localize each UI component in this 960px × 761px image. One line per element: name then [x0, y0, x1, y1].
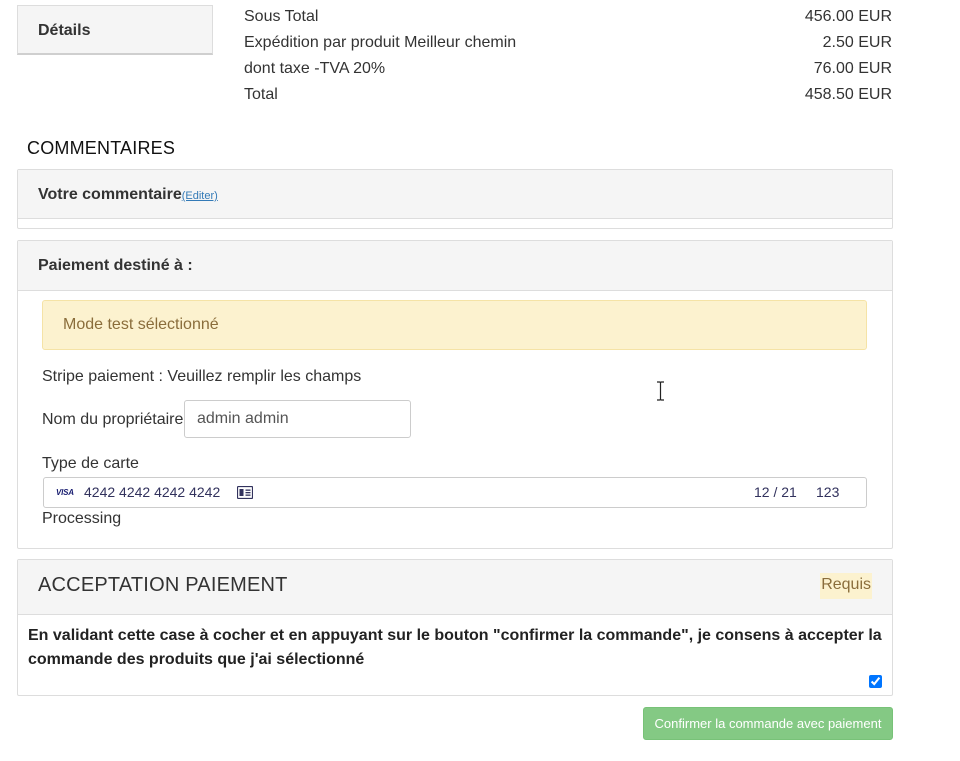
comment-heading: Votre commentaire: [38, 186, 182, 203]
owner-label: Nom du propriétaire: [42, 411, 184, 428]
test-mode-alert-text: Mode test sélectionné: [63, 316, 219, 333]
details-tab[interactable]: Détails: [17, 5, 213, 55]
acceptance-checkbox[interactable]: [869, 675, 882, 688]
card-number-input[interactable]: 4242 4242 4242 4242: [84, 484, 220, 500]
confirm-order-button[interactable]: Confirmer la commande avec paiement: [643, 707, 893, 740]
text-cursor-icon: [656, 381, 665, 401]
totals-value: 458.50 EUR: [804, 86, 892, 103]
owner-name-input[interactable]: [184, 400, 411, 438]
order-totals: Sous Total 456.00 EUR Expédition par pro…: [244, 6, 892, 110]
edit-comment-link[interactable]: (Editer): [182, 190, 218, 202]
card-type-label: Type de carte: [42, 455, 139, 472]
comments-section-title: COMMENTAIRES: [27, 138, 176, 158]
totals-value: 76.00 EUR: [813, 60, 892, 77]
totals-label: Total: [244, 86, 278, 103]
required-badge: Requis: [820, 573, 872, 599]
totals-label: Sous Total: [244, 8, 319, 25]
visa-logo-icon: VISA: [56, 488, 74, 497]
details-tab-label: Détails: [38, 22, 91, 39]
payment-panel-heading: Paiement destiné à :: [18, 241, 892, 291]
test-mode-alert: Mode test sélectionné: [42, 300, 867, 350]
totals-label: dont taxe -TVA 20%: [244, 60, 386, 77]
card-input[interactable]: VISA 4242 4242 4242 4242 12 / 21 123: [43, 477, 867, 508]
totals-value: 456.00 EUR: [804, 8, 892, 25]
acceptance-panel: ACCEPTATION PAIEMENT Requis En validant …: [17, 559, 893, 696]
payment-heading: Paiement destiné à :: [38, 257, 193, 274]
card-cvc-input[interactable]: 123: [816, 484, 839, 500]
acceptance-panel-heading: ACCEPTATION PAIEMENT Requis: [18, 560, 892, 615]
comment-panel-heading: Votre commentaire(Editer): [18, 170, 892, 219]
stripe-instructions: Stripe paiement : Veuillez remplir les c…: [42, 368, 362, 385]
card-id-icon: [236, 485, 254, 500]
totals-row-shipping: Expédition par produit Meilleur chemin 2…: [244, 32, 892, 58]
acceptance-title: ACCEPTATION PAIEMENT: [38, 574, 288, 596]
totals-row-subtotal: Sous Total 456.00 EUR: [244, 6, 892, 32]
totals-label: Expédition par produit Meilleur chemin: [244, 34, 517, 51]
payment-status: Processing: [42, 510, 122, 527]
card-expiry-input[interactable]: 12 / 21: [754, 484, 797, 500]
totals-value: 2.50 EUR: [822, 34, 892, 51]
totals-row-tax: dont taxe -TVA 20% 76.00 EUR: [244, 58, 892, 84]
acceptance-text: En validant cette case à cocher et en ap…: [28, 627, 882, 668]
comment-panel: Votre commentaire(Editer): [17, 169, 893, 229]
totals-row-total: Total 458.50 EUR: [244, 84, 892, 110]
